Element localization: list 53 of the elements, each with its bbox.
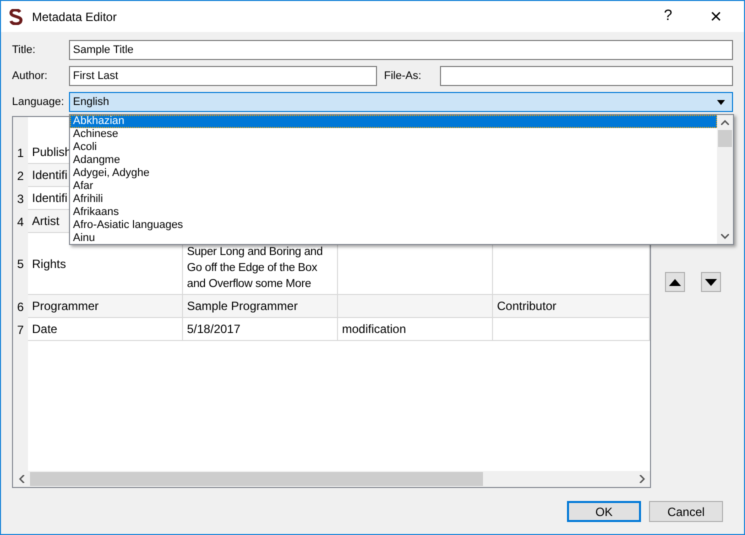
dropdown-option[interactable]: Afrikaans — [70, 206, 717, 219]
row-number: 3 — [16, 190, 25, 208]
window-title: Metadata Editor — [32, 8, 117, 26]
dropdown-option[interactable]: Adangme — [70, 154, 717, 167]
table-cell-text: modification — [342, 321, 406, 338]
table-cell-text: Artist — [32, 213, 60, 230]
dropdown-option[interactable]: Afro-Asiatic languages — [70, 219, 717, 232]
cancel-button[interactable]: Cancel — [649, 501, 723, 522]
dropdown-option[interactable]: Afrihili — [70, 193, 717, 206]
table-cell-text: Identifi — [32, 190, 68, 207]
row-number: 1 — [16, 144, 25, 162]
dropdown-option[interactable]: Achinese — [70, 128, 717, 141]
field-label: Title: — [12, 42, 36, 58]
table-cell-text: Rights — [32, 256, 66, 272]
app-logo-icon — [9, 8, 23, 24]
row-number: 2 — [16, 168, 25, 184]
caret-icon — [717, 100, 725, 104]
row-number: 4 — [16, 214, 25, 230]
table-cell-text: Super Long and Boring and Go off the Edge of the Box and Overflow some More — [187, 245, 324, 292]
move-up-button[interactable] — [665, 272, 685, 292]
scroll-thumb[interactable] — [30, 472, 483, 486]
file-as-field[interactable] — [440, 66, 733, 86]
field-label: Author: — [12, 68, 48, 84]
title-field[interactable]: Sample Title — [69, 40, 733, 60]
dropdown-option[interactable]: Acoli — [70, 141, 717, 154]
scroll-down-icon[interactable] — [721, 234, 729, 239]
help-button[interactable]: ? — [648, 5, 688, 28]
dropdown-option[interactable]: Abkhazian — [70, 115, 717, 128]
close-button[interactable]: × — [696, 2, 736, 32]
table-cell-text: Identifi — [32, 167, 68, 184]
row-number: 5 — [16, 256, 25, 273]
triangle-down-icon — [705, 278, 717, 286]
dropdown-option[interactable]: Afar — [70, 180, 717, 193]
horizontal-scrollbar[interactable] — [13, 471, 650, 487]
table-cell-text: 5/18/2017 — [187, 321, 240, 338]
language-dropdown[interactable]: English — [69, 92, 733, 112]
vertical-scrollbar[interactable] — [717, 115, 733, 244]
scroll-thumb[interactable] — [718, 130, 732, 147]
ok-button[interactable]: OK — [567, 501, 641, 522]
field-label: File-As: — [384, 68, 422, 84]
author-field[interactable]: First Last — [69, 66, 377, 86]
dropdown-option[interactable]: Ainu — [70, 232, 717, 245]
table-cell-text: Programmer — [32, 298, 99, 315]
field-label: Language: — [12, 94, 65, 110]
table-cell-text: Sample Programmer — [187, 298, 298, 315]
triangle-up-icon — [669, 278, 681, 286]
table-cell-text: Date — [32, 321, 58, 338]
row-number: 7 — [16, 322, 25, 338]
scroll-up-icon[interactable] — [721, 120, 729, 125]
move-down-button[interactable] — [701, 272, 721, 292]
table-cell-text: Contributor — [497, 298, 556, 315]
row-number: 6 — [16, 298, 25, 316]
dropdown-option[interactable]: Adygei, Adyghe — [70, 167, 717, 180]
